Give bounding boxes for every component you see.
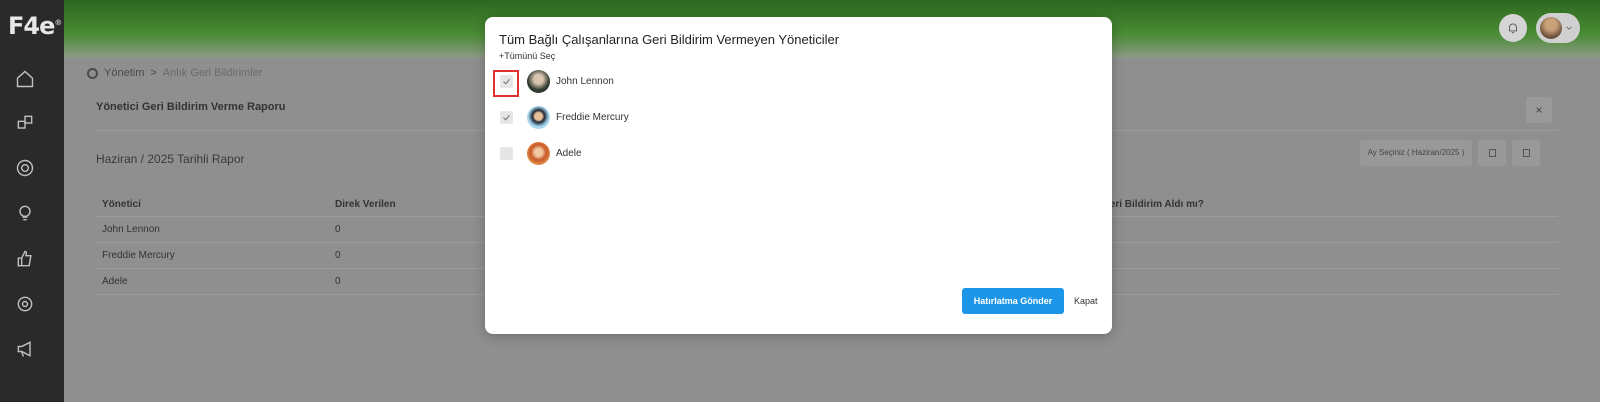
megaphone-icon[interactable]: [14, 338, 36, 360]
checkbox-freddie-mercury[interactable]: [500, 110, 513, 124]
checkbox-adele[interactable]: [500, 146, 513, 160]
cubes-icon[interactable]: [14, 112, 36, 134]
person-name: Adele: [556, 147, 582, 159]
close-modal-link[interactable]: Kapat: [1074, 296, 1098, 306]
column-header: Yönetici: [96, 193, 329, 217]
gear-icon: [87, 67, 98, 79]
avatar: [527, 69, 550, 93]
column-header: Geri Bildirim Aldı mı?: [1096, 193, 1558, 217]
list-item: Freddie Mercury: [485, 104, 1112, 130]
person-name: Freddie Mercury: [556, 111, 629, 123]
user-menu[interactable]: [1536, 13, 1580, 43]
lightbulb-icon[interactable]: [14, 202, 36, 224]
avatar: [527, 105, 550, 129]
managers-modal: Tüm Bağlı Çalışanlarına Geri Bildirim Ve…: [485, 17, 1112, 334]
modal-title: Tüm Bağlı Çalışanlarına Geri Bildirim Ve…: [499, 32, 840, 47]
check-icon: [503, 114, 510, 121]
report-close-button[interactable]: ×: [1526, 97, 1552, 123]
cell-manager: Freddie Mercury: [96, 242, 329, 269]
selection-highlight-box: [493, 70, 519, 97]
settings-icon[interactable]: [14, 293, 36, 315]
breadcrumb-root[interactable]: Yönetim: [104, 67, 144, 79]
cell-received: [1096, 268, 1558, 295]
person-name: John Lennon: [556, 75, 614, 87]
notification-bell-icon[interactable]: [1499, 14, 1527, 42]
list-item: John Lennon: [485, 68, 1112, 94]
avatar: [527, 141, 550, 165]
breadcrumb: Yönetim > Anlık Geri Bildirimler: [87, 67, 262, 79]
breadcrumb-current: Anlık Geri Bildirimler: [162, 67, 263, 79]
app-logo[interactable]: F4e®: [8, 12, 62, 40]
breadcrumb-separator: >: [150, 67, 157, 79]
home-icon[interactable]: [14, 68, 36, 90]
list-item: Adele: [485, 140, 1112, 166]
report-title: Yönetici Geri Bildirim Verme Raporu: [96, 101, 286, 113]
select-all-link[interactable]: +Tümünü Seç: [499, 51, 555, 61]
cell-manager: John Lennon: [96, 216, 329, 243]
cell-manager: Adele: [96, 268, 329, 295]
logo-trademark: ®: [54, 18, 62, 27]
excel-export-icon[interactable]: [1512, 140, 1540, 166]
target-icon[interactable]: [14, 157, 36, 179]
sidebar: F4e®: [0, 0, 64, 402]
thumbs-up-icon[interactable]: [14, 248, 36, 270]
report-subtitle: Haziran / 2025 Tarihli Rapor: [96, 152, 245, 166]
logo-text: F4e: [8, 12, 55, 40]
month-select-button[interactable]: Ay Seçiniz ( Haziran/2025 ): [1360, 140, 1472, 166]
pdf-export-icon[interactable]: [1478, 140, 1506, 166]
cell-received: [1096, 216, 1558, 243]
send-reminder-button[interactable]: Hatırlatma Gönder: [962, 288, 1064, 314]
chevron-down-icon: [1566, 26, 1572, 30]
avatar: [1540, 17, 1562, 39]
cell-received: [1096, 242, 1558, 269]
